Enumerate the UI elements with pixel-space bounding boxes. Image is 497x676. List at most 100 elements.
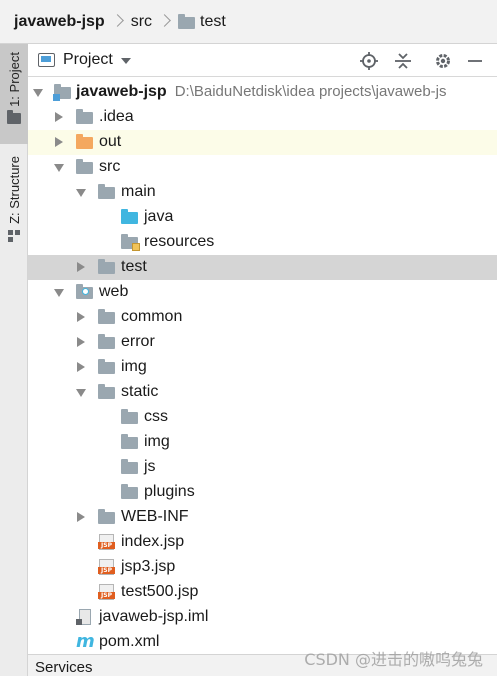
- folder-icon: [98, 384, 115, 399]
- tree-label: js: [144, 458, 156, 475]
- breadcrumb-test-label: test: [200, 12, 226, 30]
- hide-panel-icon[interactable]: [465, 51, 485, 71]
- folder-icon: [98, 259, 115, 274]
- project-path: D:\BaiduNetdisk\idea projects\javaweb-js: [174, 83, 447, 100]
- folder-icon: [98, 509, 115, 524]
- tree-row-index-jsp[interactable]: JSP index.jsp: [28, 530, 497, 555]
- expand-arrow-icon[interactable]: [75, 386, 87, 398]
- collapse-arrow-icon[interactable]: [75, 336, 87, 348]
- expand-arrow-icon[interactable]: [32, 86, 44, 98]
- collapse-arrow-icon[interactable]: [75, 311, 87, 323]
- gear-icon[interactable]: [433, 51, 453, 71]
- folder-icon: [121, 484, 138, 499]
- folder-icon: [98, 359, 115, 374]
- jsp-file-icon: JSP: [98, 559, 115, 575]
- tree-row-main[interactable]: main: [28, 180, 497, 205]
- tree-row-jsp3-jsp[interactable]: JSP jsp3.jsp: [28, 555, 497, 580]
- services-label: Services: [35, 659, 93, 676]
- folder-icon: [76, 109, 93, 124]
- navigation-bar: javaweb-jsp src test: [0, 0, 497, 44]
- excluded-folder-icon: [76, 134, 93, 149]
- resources-folder-icon: [121, 234, 140, 251]
- tree-row-static[interactable]: static: [28, 380, 497, 405]
- tree-row-error[interactable]: error: [28, 330, 497, 355]
- tree-row-out[interactable]: out: [28, 130, 497, 155]
- tree-row-css[interactable]: css: [28, 405, 497, 430]
- breadcrumb-project-label: javaweb-jsp: [14, 12, 105, 30]
- panel-title[interactable]: Project: [63, 51, 113, 69]
- web-folder-icon: [76, 284, 93, 299]
- tree-row-test[interactable]: test: [28, 255, 497, 280]
- tree-row-web[interactable]: web: [28, 280, 497, 305]
- tree-label: .idea: [99, 108, 134, 125]
- collapse-all-icon[interactable]: [393, 51, 413, 71]
- tree-label: error: [121, 333, 155, 350]
- tree-row-idea[interactable]: .idea: [28, 105, 497, 130]
- tree-row-js[interactable]: js: [28, 455, 497, 480]
- expand-arrow-icon[interactable]: [75, 186, 87, 198]
- tree-row-src[interactable]: src: [28, 155, 497, 180]
- structure-tool-tab-label: Z: Structure: [6, 156, 22, 224]
- locate-icon[interactable]: [359, 51, 379, 71]
- module-folder-icon: [53, 84, 71, 101]
- breadcrumb-separator-icon: [160, 13, 170, 31]
- tree-row-plugins[interactable]: plugins: [28, 480, 497, 505]
- tree-label: pom.xml: [99, 633, 160, 650]
- breadcrumb-src[interactable]: src: [131, 13, 152, 31]
- tree-label: resources: [144, 233, 215, 250]
- project-panel: Project javaweb-jsp D:\BaiduNetdisk\idea …: [28, 44, 497, 676]
- tree-label: main: [121, 183, 156, 200]
- tree-label: img: [121, 358, 147, 375]
- tree-label: javaweb-jsp.iml: [99, 608, 209, 625]
- collapse-arrow-icon[interactable]: [75, 361, 87, 373]
- expand-arrow-icon[interactable]: [53, 161, 65, 173]
- tree-label: WEB-INF: [121, 508, 189, 525]
- source-folder-icon: [121, 209, 138, 224]
- chevron-down-icon[interactable]: [120, 58, 131, 64]
- tool-window-strip: 1: Project Z: Structure: [0, 44, 28, 676]
- tree-label: css: [144, 408, 168, 425]
- collapse-arrow-icon[interactable]: [53, 111, 65, 123]
- tree-row-test500-jsp[interactable]: JSP test500.jsp: [28, 580, 497, 605]
- tree-row-resources[interactable]: resources: [28, 230, 497, 255]
- jsp-file-icon: JSP: [98, 584, 115, 600]
- folder-icon: [178, 14, 196, 29]
- collapse-arrow-icon[interactable]: [75, 511, 87, 523]
- tree-row-web-inf[interactable]: WEB-INF: [28, 505, 497, 530]
- tree-label: test: [121, 258, 147, 275]
- collapse-arrow-icon[interactable]: [53, 136, 65, 148]
- folder-icon: [121, 409, 138, 424]
- project-tool-tab[interactable]: 1: Project: [0, 44, 28, 144]
- tree-label: javaweb-jsp D:\BaiduNetdisk\idea projects…: [76, 83, 447, 100]
- tree-row-javaweb-jsp[interactable]: javaweb-jsp D:\BaiduNetdisk\idea projects…: [28, 80, 497, 105]
- tree-row-java[interactable]: java: [28, 205, 497, 230]
- folder-icon: [121, 434, 138, 449]
- breadcrumb-separator-icon: [113, 13, 123, 31]
- folder-icon: [98, 309, 115, 324]
- tree-row-iml[interactable]: javaweb-jsp.iml: [28, 605, 497, 630]
- tree-label: web: [99, 283, 129, 300]
- structure-tool-tab[interactable]: Z: Structure: [0, 156, 28, 260]
- tree-row-common[interactable]: common: [28, 305, 497, 330]
- tree-label: index.jsp: [121, 533, 185, 550]
- tree-label: static: [121, 383, 159, 400]
- jsp-file-icon: JSP: [98, 534, 115, 550]
- collapse-arrow-icon[interactable]: [75, 261, 87, 273]
- project-view-icon: [38, 53, 55, 67]
- tree-label: java: [144, 208, 174, 225]
- folder-icon: [7, 109, 21, 124]
- tree-label: test500.jsp: [121, 583, 199, 600]
- folder-icon: [98, 184, 115, 199]
- breadcrumb-test[interactable]: test: [178, 13, 226, 31]
- tree-label: out: [99, 133, 122, 150]
- tree-row-static-img[interactable]: img: [28, 430, 497, 455]
- tree-label: src: [99, 158, 121, 175]
- iml-file-icon: [76, 609, 93, 625]
- breadcrumb-project[interactable]: javaweb-jsp: [14, 13, 105, 31]
- folder-icon: [76, 159, 93, 174]
- tree-row-img[interactable]: img: [28, 355, 497, 380]
- folder-icon: [98, 334, 115, 349]
- expand-arrow-icon[interactable]: [53, 286, 65, 298]
- panel-header: Project: [28, 44, 497, 77]
- breadcrumb-src-label: src: [130, 12, 153, 30]
